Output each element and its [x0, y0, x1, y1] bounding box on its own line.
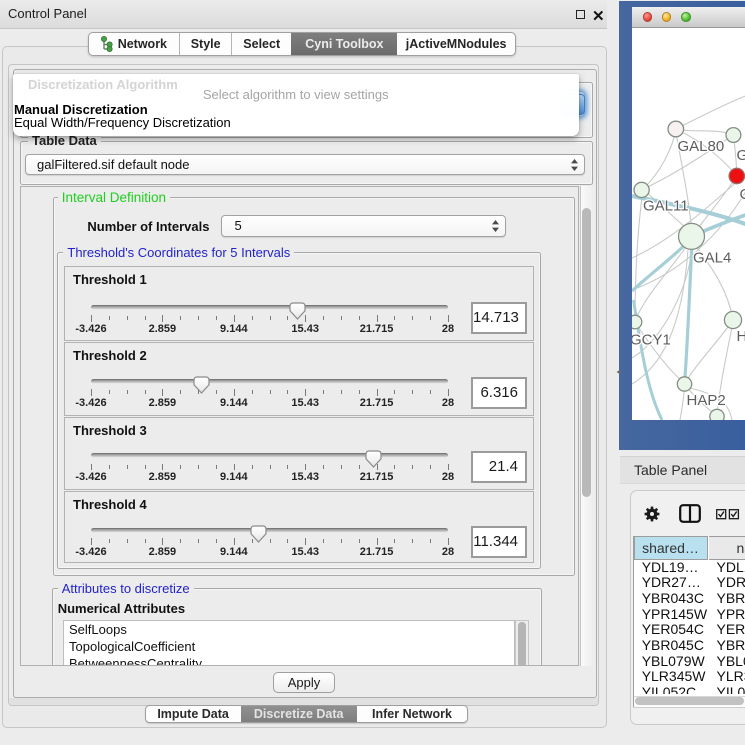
- svg-text:H: H: [736, 328, 745, 345]
- svg-text:GAL11: GAL11: [643, 198, 689, 215]
- svg-text:GAL80: GAL80: [677, 138, 724, 155]
- svg-text:C: C: [739, 186, 745, 203]
- svg-text:GA: GA: [736, 147, 745, 164]
- svg-text:GAL4: GAL4: [693, 250, 731, 267]
- svg-text:GCY1: GCY1: [632, 332, 671, 349]
- svg-text:HAP2: HAP2: [686, 392, 725, 409]
